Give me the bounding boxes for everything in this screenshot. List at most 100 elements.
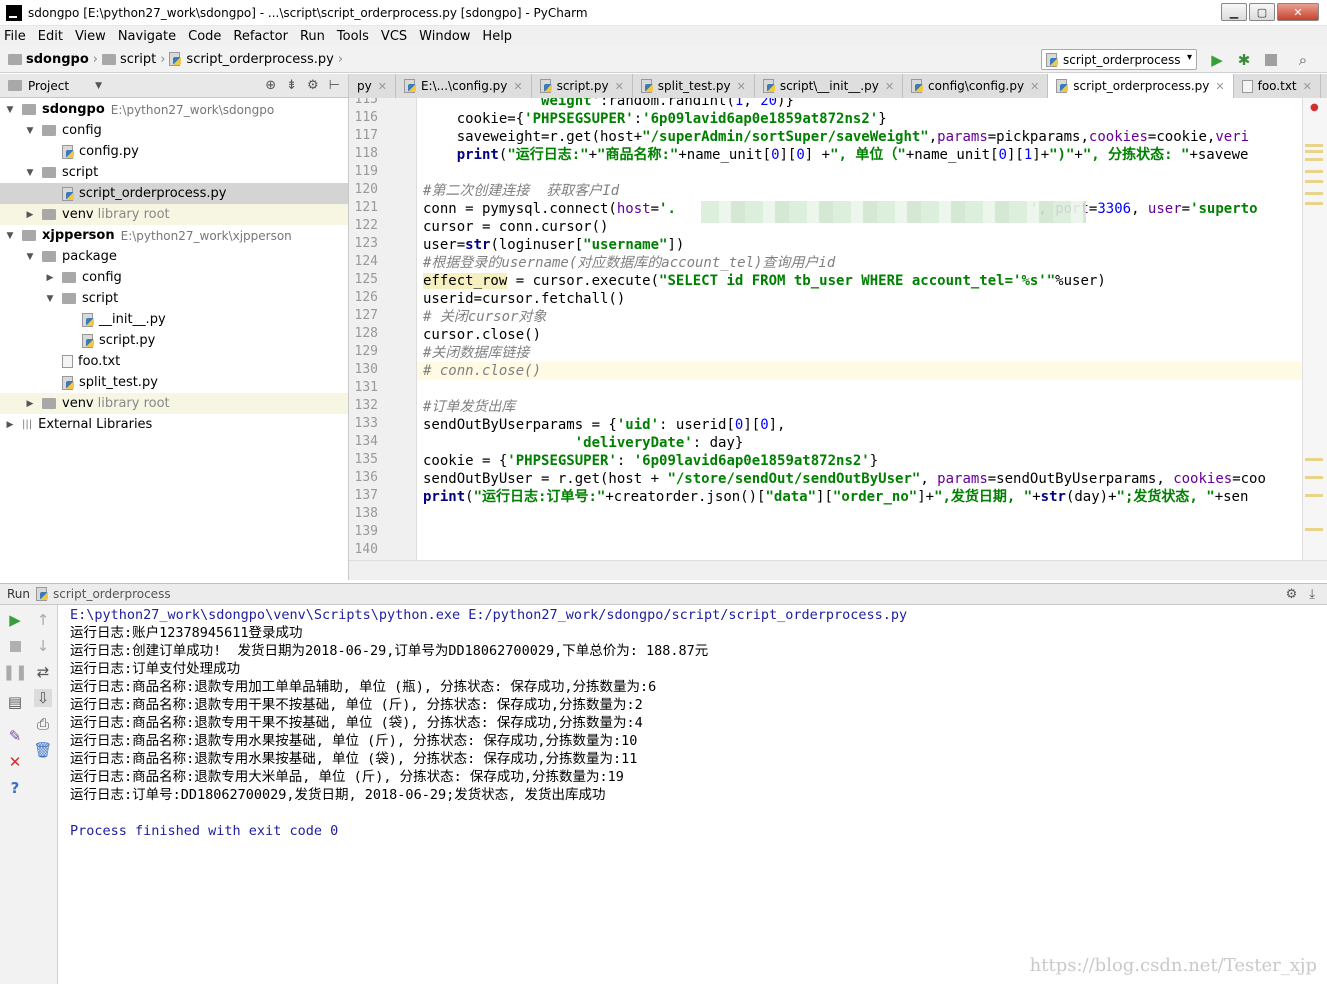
horizontal-scrollbar[interactable] — [349, 560, 1327, 580]
chevron-down-icon[interactable]: ▼ — [95, 81, 102, 91]
stripe-marker[interactable] — [1305, 476, 1323, 479]
scroll-down-button[interactable]: ↓ — [34, 637, 52, 655]
tree-item[interactable]: split_test.py — [0, 372, 348, 393]
editor-tab[interactable]: script.py ✕ — [531, 74, 633, 98]
stripe-marker[interactable] — [1305, 192, 1323, 195]
tree-item[interactable]: __init__.py — [0, 309, 348, 330]
error-stripe[interactable]: ● — [1302, 98, 1327, 560]
debug-button[interactable]: ✱ — [1235, 51, 1253, 69]
help-button[interactable]: ? — [6, 779, 24, 797]
editor-tab[interactable]: E:\...\config.py ✕ — [395, 74, 532, 98]
code-line[interactable]: # conn.close() — [417, 362, 1302, 380]
code-line[interactable]: user=str(loginuser["username"]) — [423, 236, 684, 254]
rerun-button[interactable]: ▶ — [6, 611, 24, 629]
run-button[interactable]: ▶ — [1208, 51, 1226, 69]
chevron-down-icon[interactable]: ▼ — [4, 105, 16, 115]
menu-file[interactable]: File — [4, 29, 26, 44]
code-line[interactable]: cookie = {'PHPSEGSUPER': '6p09lavid6ap0e… — [423, 452, 878, 470]
close-tab-icon[interactable]: ✕ — [513, 80, 522, 93]
menu-refactor[interactable]: Refactor — [233, 29, 288, 44]
code-editor[interactable]: weight':random.randint(1, 20)} cookie={'… — [417, 98, 1302, 560]
chevron-down-icon[interactable]: ▼ — [24, 252, 36, 262]
stripe-marker[interactable] — [1305, 528, 1323, 531]
menu-edit[interactable]: Edit — [38, 29, 63, 44]
stripe-marker[interactable] — [1305, 158, 1323, 161]
breadcrumb-project[interactable]: sdongpo › — [8, 52, 98, 67]
code-line[interactable]: effect_row = cursor.execute("SELECT id F… — [423, 272, 1106, 290]
editor-tab[interactable]: script_orderprocess.py ✕ — [1048, 74, 1234, 98]
locate-icon[interactable]: ⊕ — [265, 78, 276, 93]
menu-view[interactable]: View — [75, 29, 106, 44]
tree-item[interactable]: ▼ script — [0, 162, 348, 183]
tree-item[interactable]: foo.txt — [0, 351, 348, 372]
editor-tab[interactable]: config\config.py ✕ — [903, 74, 1049, 98]
code-line[interactable]: print("运行日志:"+"商品名称:"+name_unit[0][0] +"… — [423, 146, 1249, 164]
chevron-down-icon[interactable]: ▼ — [4, 231, 16, 241]
code-line[interactable]: cookie={'PHPSEGSUPER':'6p09lavid6ap0e185… — [423, 110, 887, 128]
maximize-button[interactable]: ▢ — [1249, 3, 1275, 21]
menu-help[interactable]: Help — [482, 29, 512, 44]
tree-item[interactable]: ▼ xjpperson E:\python27_work\xjpperson — [0, 225, 348, 246]
code-line[interactable]: saveweight=r.get(host+"/superAdmin/sortS… — [423, 128, 1249, 146]
scroll-to-end-button[interactable]: ⇩ — [34, 689, 52, 707]
menu-navigate[interactable]: Navigate — [118, 29, 176, 44]
close-tab-icon[interactable]: ✕ — [378, 80, 387, 93]
breadcrumb-file[interactable]: script_orderprocess.py › — [169, 52, 343, 67]
code-line[interactable]: 'deliveryDate': day} — [423, 434, 744, 452]
code-line[interactable]: #订单发货出库 — [423, 398, 515, 416]
menu-tools[interactable]: Tools — [337, 29, 369, 44]
menu-window[interactable]: Window — [419, 29, 470, 44]
tree-item[interactable]: script.py — [0, 330, 348, 351]
tree-item[interactable]: ▶ venv library root — [0, 393, 348, 414]
menu-vcs[interactable]: VCS — [381, 29, 407, 44]
stripe-marker[interactable] — [1305, 170, 1323, 173]
close-tab-icon[interactable]: ✕ — [1030, 80, 1039, 93]
editor-tab[interactable]: split_test.py ✕ — [632, 74, 755, 98]
code-line[interactable]: #第二次创建连接 获取客户Id — [423, 182, 619, 200]
close-button[interactable]: ✕ — [1277, 3, 1319, 21]
close-run-button[interactable]: ✕ — [6, 753, 24, 771]
tree-item[interactable]: ▼ config — [0, 120, 348, 141]
code-line[interactable]: sendOutByUser = r.get(host + "/store/sen… — [423, 470, 1266, 488]
editor-tab[interactable]: script\__init__.py ✕ — [754, 74, 904, 98]
editor-tab[interactable]: foo.txt ✕ — [1233, 74, 1321, 98]
restore-layout-button[interactable]: ▤ — [6, 693, 24, 711]
collapse-icon[interactable]: ⇟ — [286, 78, 297, 93]
stripe-marker[interactable] — [1305, 494, 1323, 497]
code-line[interactable]: weight':random.randint(1, 20)} — [423, 98, 794, 110]
tree-item[interactable]: ▼ package — [0, 246, 348, 267]
clear-all-button[interactable]: 🗑 — [33, 741, 52, 759]
chevron-right-icon[interactable]: ▶ — [4, 420, 16, 430]
gear-icon[interactable]: ⚙ — [307, 78, 319, 93]
menu-code[interactable]: Code — [188, 29, 221, 44]
stripe-marker[interactable] — [1305, 458, 1323, 461]
editor-tab[interactable]: py ✕ — [349, 74, 396, 98]
stripe-marker[interactable] — [1305, 180, 1323, 183]
editor-tab[interactable]: ≡1 — [1320, 74, 1327, 98]
close-tab-icon[interactable]: ✕ — [737, 80, 746, 93]
code-line[interactable]: # 关闭cursor对象 — [423, 308, 546, 326]
scroll-up-button[interactable]: ↑ — [34, 611, 52, 629]
tree-item[interactable]: ▶ ||| External Libraries — [0, 414, 348, 435]
tree-item[interactable]: script_orderprocess.py — [0, 183, 348, 204]
stop-button[interactable] — [1262, 51, 1280, 69]
pin-tab-icon[interactable]: ✎ — [6, 727, 24, 745]
close-tab-icon[interactable]: ✕ — [885, 80, 894, 93]
code-line[interactable]: #根据登录的username(对应数据库的account_tel)查询用户id — [423, 254, 835, 272]
minimize-button[interactable]: ▁ — [1221, 3, 1247, 21]
code-line[interactable]: cursor = conn.cursor() — [423, 218, 608, 236]
code-line[interactable]: userid=cursor.fetchall() — [423, 290, 625, 308]
soft-wrap-button[interactable]: ⇄ — [34, 663, 52, 681]
run-config-tab[interactable]: script_orderprocess — [53, 587, 171, 601]
close-tab-icon[interactable]: ✕ — [615, 80, 624, 93]
code-line[interactable]: print("运行日志:订单号:"+creatorder.json()["dat… — [423, 488, 1248, 506]
chevron-right-icon[interactable]: ▶ — [24, 210, 36, 220]
chevron-down-icon[interactable]: ▼ — [44, 294, 56, 304]
code-line[interactable]: sendOutByUserparams = {'uid': userid[0][… — [423, 416, 785, 434]
run-configuration-select[interactable]: script_orderprocess ▾ — [1041, 49, 1197, 70]
hide-icon[interactable]: ⊢ — [329, 78, 340, 93]
project-view-select[interactable]: Project — [28, 79, 69, 93]
chevron-right-icon[interactable]: ▶ — [24, 399, 36, 409]
chevron-down-icon[interactable]: ▼ — [24, 168, 36, 178]
stripe-marker[interactable] — [1305, 150, 1323, 153]
